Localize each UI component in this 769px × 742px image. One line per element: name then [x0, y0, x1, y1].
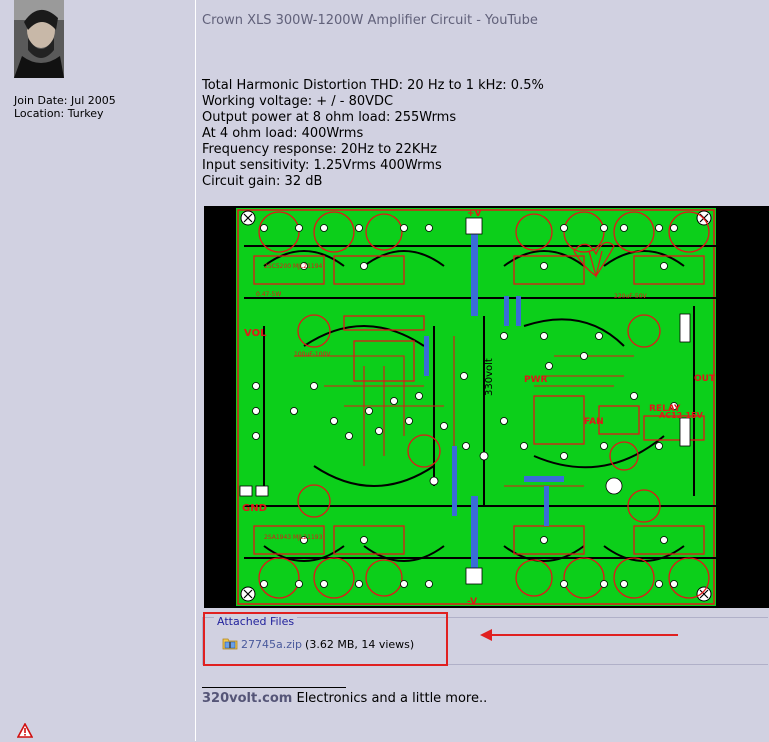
- spec-thd: Total Harmonic Distortion THD: 20 Hz to …: [202, 78, 544, 93]
- pcb-label-vol: VOL: [244, 328, 267, 339]
- spec-frequency: Frequency response: 20Hz to 22KHz: [202, 142, 437, 157]
- pcb-label-vminus: -V: [467, 597, 477, 607]
- spec-gain: Circuit gain: 32 dB: [202, 174, 323, 189]
- pcb-label-transistor-bottom: 2SA1943 MJL21193: [264, 534, 323, 541]
- user-sidebar: Join Date: Jul 2005 Location: Turkey: [0, 0, 196, 741]
- pcb-label-cap: 220uF-50V: [614, 293, 648, 300]
- pcb-label-transistor-top: 2SC5200 MJL21194: [264, 263, 323, 270]
- pcb-label-cap-100v: 100uF-100V: [294, 351, 331, 358]
- user-info: Join Date: Jul 2005 Location: Turkey: [14, 94, 116, 120]
- pcb-label-out: OUT: [694, 374, 716, 384]
- post-body: Crown XLS 300W-1200W Amplifier Circuit -…: [196, 0, 769, 741]
- signature-link[interactable]: 320volt.com: [202, 691, 292, 706]
- spec-list: Total Harmonic Distortion THD: 20 Hz to …: [202, 78, 544, 190]
- report-warning-icon[interactable]: [16, 722, 34, 742]
- avatar[interactable]: [14, 0, 64, 78]
- pcb-label-vplus: +V: [467, 209, 482, 219]
- location: Location: Turkey: [14, 107, 104, 120]
- annotation-arrow-icon: [480, 629, 678, 641]
- spec-voltage: Working voltage: + / - 80VDC: [202, 94, 394, 109]
- pcb-layout-image[interactable]: +V -V VOL GND OUT PWR FAN RELAY AC12-15V…: [204, 206, 769, 608]
- post-title: Crown XLS 300W-1200W Amplifier Circuit -…: [202, 13, 538, 28]
- pcb-label-gnd: GND: [242, 503, 267, 514]
- signature-text: Electronics and a little more..: [292, 691, 488, 706]
- highlight-box: [203, 612, 448, 666]
- pcb-label-resistor: 0.47-5W: [256, 291, 281, 298]
- spec-sensitivity: Input sensitivity: 1.25Vrms 400Wrms: [202, 158, 442, 173]
- spec-power-8ohm: Output power at 8 ohm load: 255Wrms: [202, 110, 457, 125]
- pcb-label-ac: AC12-15V: [659, 411, 704, 420]
- join-date: Join Date: Jul 2005: [14, 94, 116, 107]
- pcb-label-fan: FAN: [584, 417, 604, 427]
- signature: 320volt.com Electronics and a little mor…: [202, 691, 487, 706]
- signature-divider: [202, 687, 346, 688]
- pcb-brand-label: 330volt: [484, 358, 495, 396]
- spec-power-4ohm: At 4 ohm load: 400Wrms: [202, 126, 364, 141]
- pcb-label-pwr: PWR: [524, 375, 548, 385]
